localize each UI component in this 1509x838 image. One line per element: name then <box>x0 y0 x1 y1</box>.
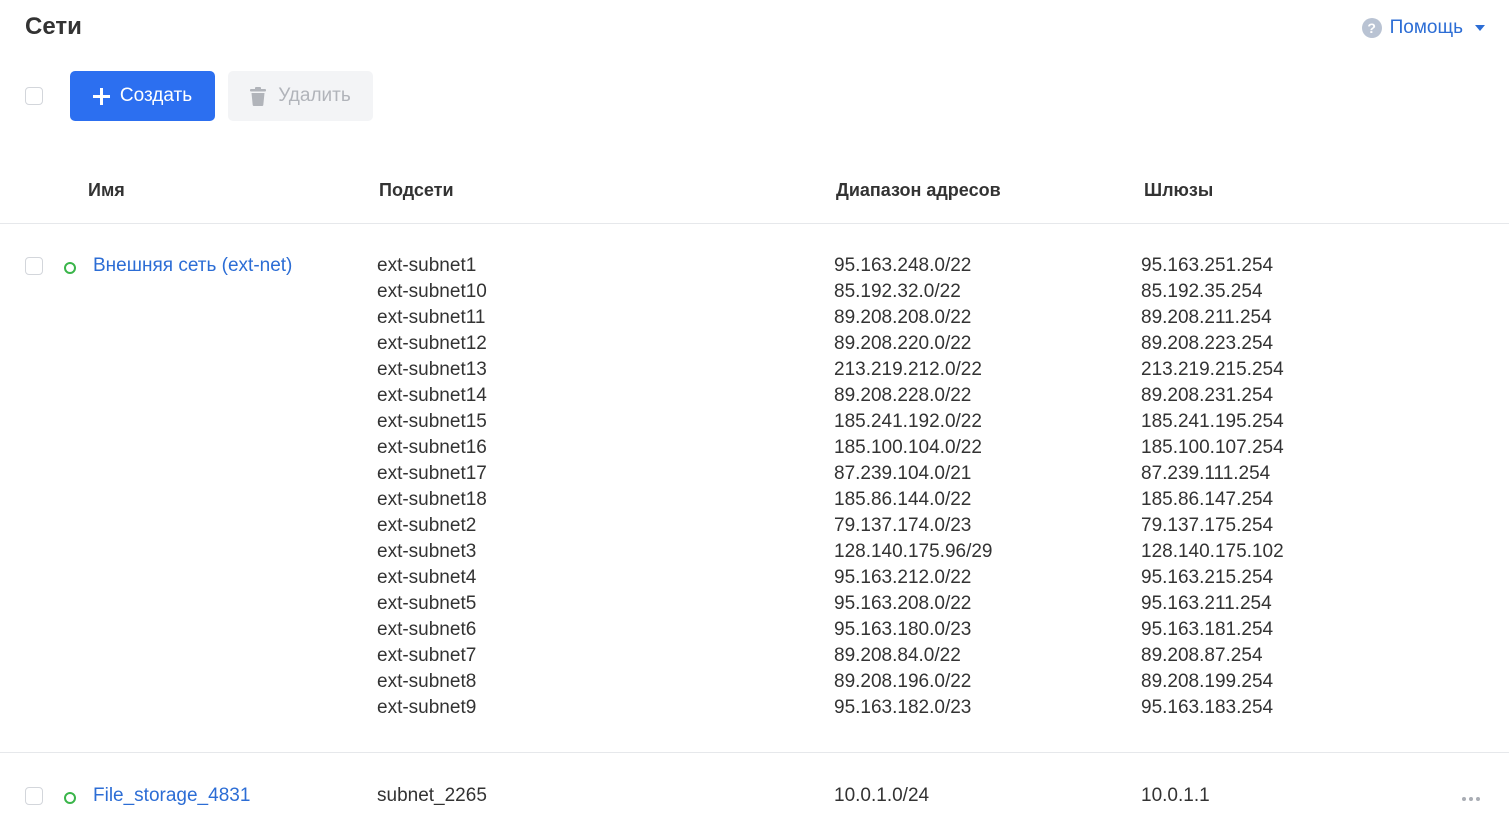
address-range-list: 10.0.1.0/24 <box>834 783 929 809</box>
subnet-name: ext-subnet8 <box>377 671 477 692</box>
subnet-name: ext-subnet13 <box>377 359 487 380</box>
address-range: 79.137.174.0/23 <box>834 515 972 536</box>
gateway-address: 185.100.107.254 <box>1141 437 1284 458</box>
gateway-address: 95.163.211.254 <box>1141 593 1272 614</box>
select-all-checkbox[interactable] <box>25 87 43 105</box>
address-range: 85.192.32.0/22 <box>834 281 961 302</box>
gateway-address: 95.163.183.254 <box>1141 697 1274 718</box>
status-active-icon <box>64 262 76 274</box>
address-range: 95.163.212.0/22 <box>834 567 972 588</box>
delete-button-label: Удалить <box>278 85 351 106</box>
subnet-list: ext-subnet1 ext-subnet10 ext-subnet11 ext-s… <box>377 253 487 721</box>
column-header-gateways[interactable]: Шлюзы <box>1144 180 1213 201</box>
network-name-link[interactable]: File_storage_4831 <box>93 785 250 807</box>
subnet-name: ext-subnet14 <box>377 385 487 406</box>
subnet-name: ext-subnet15 <box>377 411 487 432</box>
gateway-address: 85.192.35.254 <box>1141 281 1263 302</box>
trash-icon <box>250 86 267 106</box>
gateway-address: 89.208.223.254 <box>1141 333 1274 354</box>
gateway-address: 89.208.231.254 <box>1141 385 1274 406</box>
subnet-name: ext-subnet12 <box>377 333 487 354</box>
gateway-address: 10.0.1.1 <box>1141 785 1210 806</box>
address-range: 89.208.228.0/22 <box>834 385 972 406</box>
row-checkbox[interactable] <box>25 787 43 805</box>
column-header-address-range[interactable]: Диапазон адресов <box>836 180 1001 201</box>
gateway-address: 89.208.211.254 <box>1141 307 1272 328</box>
column-header-name[interactable]: Имя <box>88 180 125 201</box>
subnet-name: ext-subnet18 <box>377 489 487 510</box>
chevron-down-icon <box>1475 25 1485 31</box>
plus-icon <box>92 87 110 105</box>
gateway-address: 95.163.251.254 <box>1141 255 1274 276</box>
gateway-address: 95.163.215.254 <box>1141 567 1274 588</box>
subnet-name: ext-subnet7 <box>377 645 477 666</box>
subnet-name: ext-subnet16 <box>377 437 487 458</box>
address-range: 89.208.208.0/22 <box>834 307 972 328</box>
gateway-address: 89.208.199.254 <box>1141 671 1274 692</box>
row-divider <box>0 752 1509 753</box>
help-menu-button[interactable]: ? Помощь <box>1361 17 1485 39</box>
address-range: 95.163.180.0/23 <box>834 619 972 640</box>
create-button-label: Создать <box>119 85 193 106</box>
networks-page: Сети ? Помощь Создать Удалить Имя Подсет… <box>0 0 1509 838</box>
address-range: 185.241.192.0/22 <box>834 411 982 432</box>
gateway-address: 87.239.111.254 <box>1141 463 1271 484</box>
address-range: 128.140.175.96/29 <box>834 541 993 562</box>
address-range: 89.208.196.0/22 <box>834 671 972 692</box>
address-range-list: 95.163.248.0/22 85.192.32.0/22 89.208.208.… <box>834 253 993 721</box>
subnet-name: ext-subnet2 <box>377 515 477 536</box>
gateway-list: 95.163.251.254 85.192.35.254 89.208.211.25… <box>1141 253 1284 721</box>
subnet-name: ext-subnet17 <box>377 463 487 484</box>
address-range: 87.239.104.0/21 <box>834 463 972 484</box>
gateway-address: 185.241.195.254 <box>1141 411 1284 432</box>
subnet-list: subnet_2265 <box>377 783 487 809</box>
gateway-list: 10.0.1.1 <box>1141 783 1210 809</box>
gateway-address: 128.140.175.102 <box>1141 541 1284 562</box>
subnet-name: ext-subnet10 <box>377 281 487 302</box>
subnet-name: ext-subnet5 <box>377 593 477 614</box>
subnet-name: ext-subnet11 <box>377 307 486 328</box>
address-range: 95.163.208.0/22 <box>834 593 972 614</box>
address-range: 10.0.1.0/24 <box>834 785 930 806</box>
address-range: 89.208.220.0/22 <box>834 333 972 354</box>
page-title: Сети <box>25 13 82 40</box>
subnet-name: ext-subnet9 <box>377 697 477 718</box>
address-range: 95.163.182.0/23 <box>834 697 972 718</box>
header-divider <box>0 223 1509 224</box>
help-label: Помощь <box>1389 17 1463 38</box>
subnet-name: subnet_2265 <box>377 785 487 806</box>
gateway-address: 79.137.175.254 <box>1141 515 1274 536</box>
address-range: 185.100.104.0/22 <box>834 437 982 458</box>
gateway-address: 213.219.215.254 <box>1141 359 1284 380</box>
gateway-address: 95.163.181.254 <box>1141 619 1274 640</box>
address-range: 95.163.248.0/22 <box>834 255 972 276</box>
column-header-subnets[interactable]: Подсети <box>379 180 454 201</box>
subnet-name: ext-subnet1 <box>377 255 477 276</box>
gateway-address: 185.86.147.254 <box>1141 489 1274 510</box>
gateway-address: 89.208.87.254 <box>1141 645 1263 666</box>
network-name-link[interactable]: Внешняя сеть (ext-net) <box>93 255 292 277</box>
address-range: 213.219.212.0/22 <box>834 359 982 380</box>
delete-button[interactable]: Удалить <box>228 71 373 121</box>
subnet-name: ext-subnet6 <box>377 619 477 640</box>
address-range: 89.208.84.0/22 <box>834 645 961 666</box>
create-button[interactable]: Создать <box>70 71 215 121</box>
status-active-icon <box>64 792 76 804</box>
help-icon: ? <box>1361 18 1382 38</box>
address-range: 185.86.144.0/22 <box>834 489 972 510</box>
more-icon[interactable] <box>1462 797 1480 801</box>
row-checkbox[interactable] <box>25 257 43 275</box>
subnet-name: ext-subnet3 <box>377 541 477 562</box>
subnet-name: ext-subnet4 <box>377 567 477 588</box>
